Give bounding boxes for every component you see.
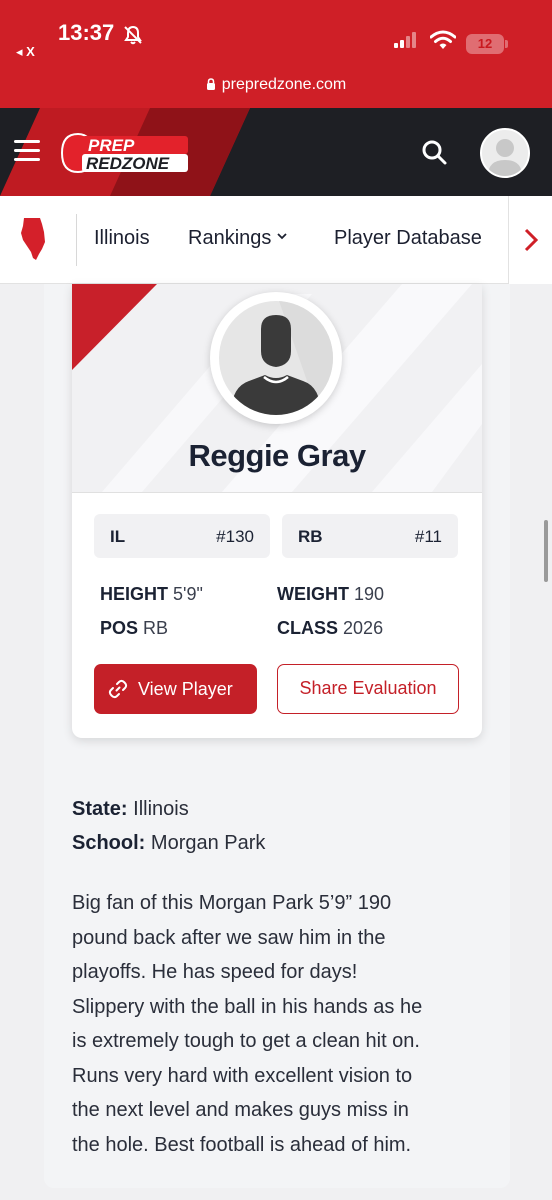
illinois-map-icon[interactable]: [18, 216, 48, 262]
stat-height: HEIGHT 5'9": [100, 584, 203, 605]
evaluation-line: is extremely tough to get a clean hit on…: [72, 1030, 420, 1052]
view-player-button[interactable]: View Player: [94, 664, 257, 714]
chevron-right-icon: [524, 228, 539, 252]
logo-text-top: PREP: [88, 136, 135, 155]
position-rank-box: RB #11: [282, 514, 458, 558]
player-name: Reggie Gray: [188, 438, 366, 473]
user-silhouette-icon: [488, 139, 522, 176]
state-label: State:: [72, 798, 128, 820]
evaluation-line: Runs very hard with excellent vision to: [72, 1064, 413, 1087]
detail-state: State: Illinois: [72, 798, 189, 821]
address-bar[interactable]: prepredzone.com: [0, 76, 552, 94]
scrollbar-thumb[interactable]: [544, 520, 548, 582]
position-rank-label: RB: [298, 527, 323, 546]
stat-weight-value: 190: [354, 584, 385, 604]
link-icon: [108, 679, 128, 699]
player-silhouette-icon: [231, 301, 333, 415]
player-avatar: [210, 292, 342, 424]
subnav-item-rankings[interactable]: Rankings: [188, 227, 288, 250]
state-rank-label: IL: [110, 527, 126, 546]
chevron-down-icon: [277, 233, 288, 240]
signal-icon: [394, 32, 416, 48]
stat-height-label: HEIGHT: [100, 584, 169, 604]
player-card: Reggie Gray IL #130 RB #11 HEIGHT 5'9" W…: [72, 284, 482, 738]
stat-pos-label: POS: [100, 618, 139, 638]
share-evaluation-button[interactable]: Share Evaluation: [277, 664, 459, 714]
subnav-divider: [76, 214, 77, 266]
state-rank-value: #130: [216, 527, 254, 546]
evaluation-line: the next level and makes guys miss in: [72, 1099, 409, 1121]
back-to-app-link[interactable]: ◂ X: [16, 44, 35, 60]
stat-weight-label: WEIGHT: [277, 584, 349, 604]
stat-height-value: 5'9": [173, 584, 203, 604]
stat-class: CLASS 2026: [277, 618, 383, 639]
stat-weight: WEIGHT 190: [277, 584, 384, 605]
subnav-item-rankings-label: Rankings: [188, 227, 272, 249]
site-header: PREP REDZONE: [0, 108, 552, 196]
sub-navigation: Illinois Rankings Player Database: [0, 196, 552, 284]
battery-indicator: 12: [466, 34, 504, 54]
evaluation-line: pound back after we saw him in the: [72, 926, 386, 949]
search-icon[interactable]: [420, 138, 448, 166]
subnav-item-illinois[interactable]: Illinois: [94, 227, 150, 250]
detail-school: School: Morgan Park: [72, 832, 265, 855]
wifi-icon: [430, 30, 456, 49]
site-logo[interactable]: PREP REDZONE: [58, 130, 190, 176]
url-text: prepredzone.com: [221, 76, 347, 93]
stat-pos: POS RB: [100, 618, 168, 639]
status-time: 13:37: [58, 20, 115, 45]
evaluation-line: Big fan of this Morgan Park 5’9” 190: [72, 892, 392, 914]
view-player-label: View Player: [138, 679, 233, 699]
school-value: Morgan Park: [150, 832, 266, 854]
stat-class-label: CLASS: [277, 618, 339, 638]
subnav-item-player-database[interactable]: Player Database: [334, 227, 482, 250]
school-label: School:: [72, 832, 146, 854]
lock-icon: [206, 78, 215, 90]
bell-muted-icon: [124, 25, 142, 45]
evaluation-line: the hole. Best football is ahead of him.: [72, 1133, 412, 1156]
evaluation-line: playoffs. He has speed for days!: [72, 961, 358, 983]
user-avatar[interactable]: [480, 128, 530, 178]
state-rank-box: IL #130: [94, 514, 270, 558]
evaluation-line: Slippery with the ball in his hands as h…: [72, 995, 423, 1018]
evaluation-text: Big fan of this Morgan Park 5’9” 190 pou…: [72, 886, 482, 1162]
stat-class-value: 2026: [343, 618, 384, 638]
state-value: Illinois: [133, 798, 189, 820]
subnav-next-button[interactable]: [508, 196, 552, 284]
position-rank-value: #11: [414, 527, 442, 546]
stat-pos-value: RB: [143, 618, 169, 638]
battery-cap: [505, 40, 508, 48]
player-card-hero: Reggie Gray: [72, 284, 482, 492]
card-divider: [72, 492, 482, 493]
logo-text-bottom: REDZONE: [86, 154, 170, 173]
menu-icon[interactable]: [14, 140, 40, 162]
